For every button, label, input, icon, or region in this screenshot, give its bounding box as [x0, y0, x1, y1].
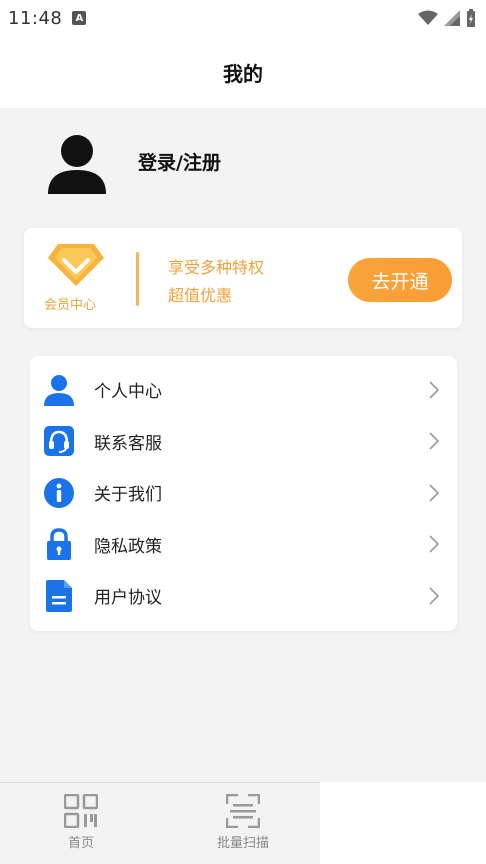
chevron-right-icon [429, 587, 440, 605]
bottom-nav-blank-area [320, 782, 486, 864]
menu-item-label: 个人中心 [94, 382, 162, 403]
status-bar: 11:48 A [0, 0, 486, 36]
qr-code-icon [64, 794, 98, 828]
menu-item-label: 隐私政策 [94, 536, 162, 557]
menu-item-contact-support[interactable]: 联系客服 [30, 416, 457, 468]
header: 我的 [0, 36, 486, 108]
page-title: 我的 [223, 61, 263, 86]
battery-icon [467, 9, 475, 27]
menu-card: 个人中心 联系客服 关于我们 隐私政策 用户协议 [30, 356, 457, 631]
vip-divider [136, 252, 139, 306]
vip-center-label: 会员中心 [44, 298, 97, 313]
person-icon [44, 374, 74, 406]
status-time: 11:48 [8, 7, 63, 29]
menu-item-about-us[interactable]: 关于我们 [30, 467, 457, 519]
scan-icon [226, 794, 260, 828]
menu-item-privacy-policy[interactable]: 隐私政策 [30, 519, 457, 571]
chevron-right-icon [429, 432, 440, 450]
diamond-icon [48, 244, 104, 286]
vip-tagline: 享受多种特权 [168, 258, 265, 277]
document-icon [44, 579, 74, 612]
chevron-right-icon [429, 381, 440, 399]
chevron-right-icon [429, 535, 440, 553]
vip-card: 会员中心 享受多种特权 超值优惠 去开通 [24, 228, 462, 328]
lock-icon [44, 528, 74, 561]
vip-subtagline: 超值优惠 [168, 286, 233, 305]
profile-section[interactable]: 登录/注册 [0, 108, 486, 218]
nav-item-home[interactable]: 首页 [36, 794, 126, 851]
menu-item-personal-center[interactable]: 个人中心 [30, 364, 457, 416]
chevron-right-icon [429, 484, 440, 502]
avatar-icon[interactable] [48, 134, 106, 194]
info-icon [44, 477, 74, 509]
notification-icon: A [72, 11, 87, 25]
nav-scan-label: 批量扫描 [216, 836, 269, 851]
headset-icon [44, 425, 74, 457]
login-register-link[interactable]: 登录/注册 [138, 148, 221, 175]
menu-item-user-agreement[interactable]: 用户协议 [30, 570, 457, 622]
bottom-nav: 首页 批量扫描 [0, 782, 486, 864]
wifi-icon [418, 10, 438, 25]
activate-vip-button[interactable]: 去开通 [348, 258, 452, 302]
menu-item-label: 用户协议 [94, 588, 162, 609]
signal-icon [444, 10, 460, 26]
menu-item-label: 联系客服 [94, 433, 162, 454]
menu-item-label: 关于我们 [94, 485, 162, 506]
nav-item-batch-scan[interactable]: 批量扫描 [198, 794, 288, 851]
nav-home-label: 首页 [67, 836, 94, 851]
